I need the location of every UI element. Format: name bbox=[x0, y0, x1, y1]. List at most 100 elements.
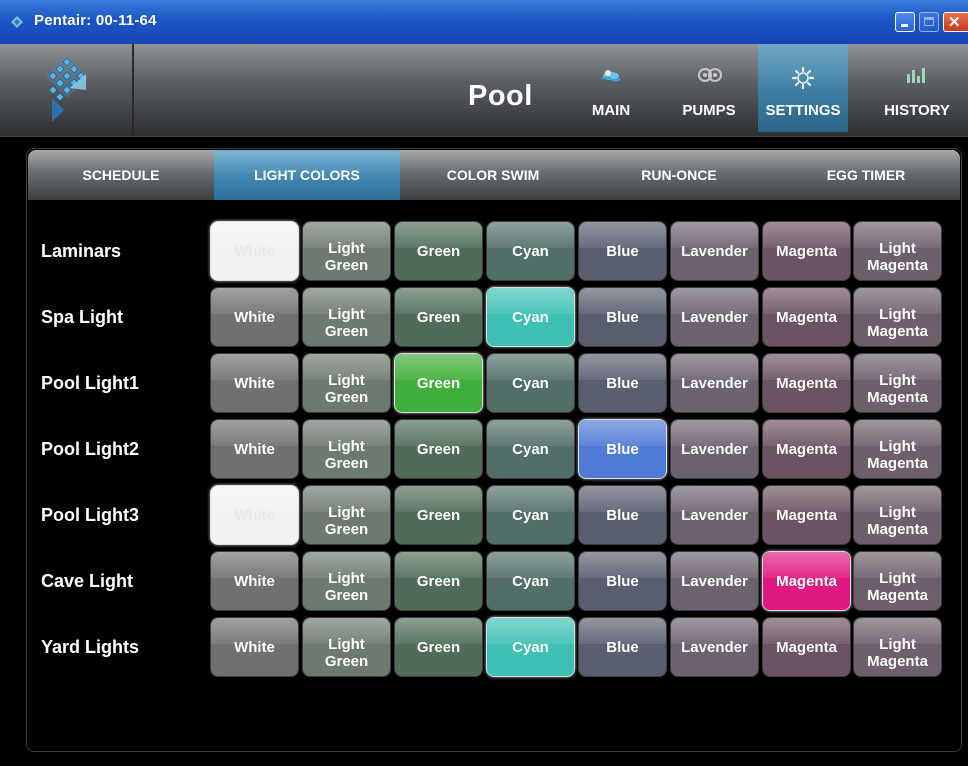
color-button-pool-light1-white[interactable]: White bbox=[210, 353, 299, 413]
subtab-run-once[interactable]: RUN-ONCE bbox=[586, 150, 772, 200]
nav-tab-history[interactable]: HISTORY bbox=[872, 44, 962, 132]
nav-tab-settings[interactable]: SETTINGS bbox=[758, 44, 848, 132]
color-button-label: Cyan bbox=[512, 572, 549, 590]
color-button-pool-light2-white[interactable]: White bbox=[210, 419, 299, 479]
color-button-label: Green bbox=[416, 242, 461, 260]
color-button-label: Light Green bbox=[324, 636, 369, 670]
subtab-schedule[interactable]: SCHEDULE bbox=[28, 150, 214, 200]
color-button-label: Light Magenta bbox=[867, 306, 928, 340]
color-button-cave-light-light-green[interactable]: Light Green bbox=[302, 551, 391, 611]
color-button-pool-light1-light-green[interactable]: Light Green bbox=[302, 353, 391, 413]
color-button-label: White bbox=[234, 374, 275, 392]
color-button-label: Lavender bbox=[681, 506, 748, 524]
color-button-yard-lights-lavender[interactable]: Lavender bbox=[670, 617, 759, 677]
color-button-laminars-lavender[interactable]: Lavender bbox=[670, 221, 759, 281]
color-button-pool-light3-light-magenta[interactable]: Light Magenta bbox=[853, 485, 942, 545]
color-button-laminars-white[interactable]: White bbox=[210, 221, 299, 281]
app-icon bbox=[11, 16, 23, 28]
color-button-cave-light-blue[interactable]: Blue bbox=[578, 551, 667, 611]
color-button-spa-light-light-green[interactable]: Light Green bbox=[302, 287, 391, 347]
subtab-egg-timer[interactable]: EGG TIMER bbox=[772, 150, 960, 200]
color-button-label: Blue bbox=[606, 638, 639, 656]
color-button-pool-light1-light-magenta[interactable]: Light Magenta bbox=[853, 353, 942, 413]
color-button-pool-light3-light-green[interactable]: Light Green bbox=[302, 485, 391, 545]
color-button-pool-light2-cyan[interactable]: Cyan bbox=[486, 419, 575, 479]
subtab-color-swim[interactable]: COLOR SWIM bbox=[400, 150, 586, 200]
color-button-label: Magenta bbox=[776, 506, 837, 524]
color-button-yard-lights-green[interactable]: Green bbox=[394, 617, 483, 677]
color-button-label: Green bbox=[416, 308, 461, 326]
color-button-spa-light-cyan[interactable]: Cyan bbox=[486, 287, 575, 347]
color-button-cave-light-lavender[interactable]: Lavender bbox=[670, 551, 759, 611]
color-button-laminars-cyan[interactable]: Cyan bbox=[486, 221, 575, 281]
color-button-yard-lights-light-magenta[interactable]: Light Magenta bbox=[853, 617, 942, 677]
color-button-label: Light Magenta bbox=[867, 570, 928, 604]
nav-tab-history-label: HISTORY bbox=[884, 102, 950, 119]
color-button-pool-light2-magenta[interactable]: Magenta bbox=[762, 419, 851, 479]
color-button-pool-light3-lavender[interactable]: Lavender bbox=[670, 485, 759, 545]
color-button-spa-light-magenta[interactable]: Magenta bbox=[762, 287, 851, 347]
color-button-pool-light1-magenta[interactable]: Magenta bbox=[762, 353, 851, 413]
color-button-pool-light2-light-green[interactable]: Light Green bbox=[302, 419, 391, 479]
color-button-label: Lavender bbox=[681, 572, 748, 590]
color-button-laminars-magenta[interactable]: Magenta bbox=[762, 221, 851, 281]
color-button-cave-light-magenta[interactable]: Magenta bbox=[762, 551, 851, 611]
color-button-pool-light1-green[interactable]: Green bbox=[394, 353, 483, 413]
subtab-light-colors[interactable]: LIGHT COLORS bbox=[214, 150, 400, 200]
color-button-laminars-blue[interactable]: Blue bbox=[578, 221, 667, 281]
color-button-laminars-green[interactable]: Green bbox=[394, 221, 483, 281]
color-button-pool-light2-light-magenta[interactable]: Light Magenta bbox=[853, 419, 942, 479]
color-button-label: Magenta bbox=[776, 242, 837, 260]
color-button-label: Cyan bbox=[512, 374, 549, 392]
color-button-pool-light2-green[interactable]: Green bbox=[394, 419, 483, 479]
color-button-pool-light3-blue[interactable]: Blue bbox=[578, 485, 667, 545]
color-button-pool-light3-cyan[interactable]: Cyan bbox=[486, 485, 575, 545]
nav-tab-main[interactable]: MAIN bbox=[566, 44, 656, 132]
color-button-pool-light3-magenta[interactable]: Magenta bbox=[762, 485, 851, 545]
page-title: Pool bbox=[468, 80, 533, 112]
color-button-yard-lights-cyan[interactable]: Cyan bbox=[486, 617, 575, 677]
color-button-spa-light-lavender[interactable]: Lavender bbox=[670, 287, 759, 347]
color-button-label: Green bbox=[416, 440, 461, 458]
color-button-cave-light-green[interactable]: Green bbox=[394, 551, 483, 611]
color-button-cave-light-light-magenta[interactable]: Light Magenta bbox=[853, 551, 942, 611]
pumps-icon bbox=[698, 68, 722, 82]
color-button-pool-light2-blue[interactable]: Blue bbox=[578, 419, 667, 479]
color-button-pool-light1-cyan[interactable]: Cyan bbox=[486, 353, 575, 413]
color-button-spa-light-green[interactable]: Green bbox=[394, 287, 483, 347]
bar-chart-icon bbox=[907, 68, 925, 83]
color-button-pool-light3-green[interactable]: Green bbox=[394, 485, 483, 545]
minimize-icon[interactable] bbox=[895, 12, 915, 32]
color-button-cave-light-cyan[interactable]: Cyan bbox=[486, 551, 575, 611]
color-button-label: Cyan bbox=[512, 308, 549, 326]
color-button-pool-light3-white[interactable]: White bbox=[210, 485, 299, 545]
color-button-label: Light Green bbox=[324, 570, 369, 604]
sub-tab-bar: SCHEDULE LIGHT COLORS COLOR SWIM RUN-ONC… bbox=[28, 150, 960, 200]
color-button-pool-light1-lavender[interactable]: Lavender bbox=[670, 353, 759, 413]
color-button-pool-light1-blue[interactable]: Blue bbox=[578, 353, 667, 413]
color-button-spa-light-blue[interactable]: Blue bbox=[578, 287, 667, 347]
color-button-label: Light Green bbox=[324, 240, 369, 274]
nav-tab-pumps[interactable]: PUMPS bbox=[664, 44, 754, 132]
color-button-yard-lights-magenta[interactable]: Magenta bbox=[762, 617, 851, 677]
color-button-label: Magenta bbox=[776, 440, 837, 458]
color-button-yard-lights-white[interactable]: White bbox=[210, 617, 299, 677]
color-button-pool-light2-lavender[interactable]: Lavender bbox=[670, 419, 759, 479]
color-button-label: Light Magenta bbox=[867, 372, 928, 406]
color-button-yard-lights-blue[interactable]: Blue bbox=[578, 617, 667, 677]
close-icon[interactable] bbox=[943, 12, 968, 32]
maximize-icon[interactable] bbox=[919, 12, 939, 32]
nav-tab-pumps-label: PUMPS bbox=[682, 102, 736, 119]
color-button-cave-light-white[interactable]: White bbox=[210, 551, 299, 611]
color-button-label: Lavender bbox=[681, 638, 748, 656]
row-label-pool-light1: Pool Light1 bbox=[41, 373, 139, 393]
color-button-spa-light-white[interactable]: White bbox=[210, 287, 299, 347]
color-button-spa-light-light-magenta[interactable]: Light Magenta bbox=[853, 287, 942, 347]
color-button-yard-lights-light-green[interactable]: Light Green bbox=[302, 617, 391, 677]
color-button-label: Lavender bbox=[681, 374, 748, 392]
color-button-laminars-light-green[interactable]: Light Green bbox=[302, 221, 391, 281]
row-label-laminars: Laminars bbox=[41, 241, 122, 261]
color-button-laminars-light-magenta[interactable]: Light Magenta bbox=[853, 221, 942, 281]
row-label-pool-light2: Pool Light2 bbox=[41, 439, 139, 459]
color-button-label: Cyan bbox=[512, 638, 549, 656]
